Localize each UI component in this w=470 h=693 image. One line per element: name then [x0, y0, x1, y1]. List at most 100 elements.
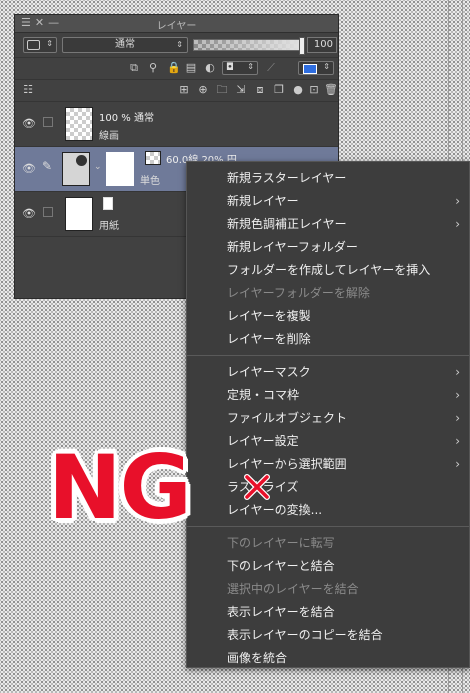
menu-item-label: 新規レイヤーフォルダー — [227, 240, 358, 254]
layer-subtitle: 線画 — [99, 131, 119, 142]
chain-icon: ⌄ — [94, 162, 102, 172]
paper-icon — [103, 197, 113, 210]
layer-checkbox[interactable] — [43, 207, 53, 217]
menu-item[interactable]: フォルダーを作成してレイヤーを挿入 — [187, 259, 469, 282]
chevron-right-icon: › — [455, 457, 460, 471]
layer-name: 100 % 通常 — [99, 113, 154, 124]
menu-item-label: 下のレイヤーに転写 — [227, 536, 335, 550]
chevron-right-icon: › — [455, 365, 460, 379]
menu-item: 下のレイヤーに転写 — [187, 532, 469, 555]
mask-create-icon[interactable]: ● — [292, 84, 304, 96]
updown-arrow-icon: ⇕ — [176, 40, 183, 49]
merge-down-icon[interactable]: ⧈ — [254, 84, 266, 96]
layer-thumbnail — [65, 197, 93, 231]
menu-item-label: フォルダーを作成してレイヤーを挿入 — [227, 263, 431, 277]
mask-icon[interactable]: ◐ — [204, 62, 216, 74]
pencil-icon: ✎ — [42, 159, 53, 173]
layer-thumbnail — [62, 152, 90, 186]
panel-title: レイヤー — [156, 21, 197, 32]
mask-thumbnail — [106, 152, 134, 186]
menu-item-label: レイヤー設定 — [227, 434, 299, 448]
layer-row[interactable]: 👁 100 % 通常 線画 — [15, 102, 338, 147]
chevron-right-icon: › — [455, 434, 460, 448]
menu-item[interactable]: 新規レイヤーフォルダー — [187, 236, 469, 259]
menu-item-label: 画像を統合 — [227, 651, 288, 665]
red-x-mark — [244, 474, 270, 500]
copy-icon[interactable]: ❐ — [273, 84, 285, 96]
menu-item[interactable]: 表示レイヤーのコピーを結合 — [187, 624, 469, 647]
chevron-right-icon: › — [455, 388, 460, 402]
layer-subtitle: 用紙 — [99, 221, 119, 232]
opacity-input[interactable]: 100 — [307, 37, 337, 53]
trash-icon[interactable]: 🗑 — [324, 84, 338, 96]
pattern-thumbnail — [145, 151, 161, 165]
chevron-right-icon: › — [455, 194, 460, 208]
menu-item[interactable]: レイヤーを複製 — [187, 305, 469, 328]
menu-item[interactable]: 新規ラスターレイヤー — [187, 167, 469, 190]
opacity-slider[interactable] — [193, 39, 302, 51]
reference-icon[interactable]: ⚲ — [147, 62, 159, 74]
menu-item[interactable]: ラスタライズ — [187, 476, 469, 499]
menu-item-label: レイヤーを複製 — [227, 309, 311, 323]
layer-menu-icon[interactable]: ☷ — [22, 84, 34, 96]
menu-item-label: ファイルオブジェクト — [227, 411, 348, 425]
menu-item-label: レイヤーマスク — [227, 365, 311, 379]
draft-layer-icon[interactable]: ⟋ — [265, 62, 277, 74]
blend-mode-select[interactable]: 通常 ⇕ — [62, 37, 188, 53]
menu-item[interactable]: レイヤーから選択範囲 › — [187, 453, 469, 476]
layer-checkbox[interactable] — [43, 117, 53, 127]
layer-subtitle: 単色 — [140, 176, 160, 187]
menu-item-label: 新規色調補正レイヤー — [227, 217, 347, 231]
menu-item-label: 表示レイヤーのコピーを結合 — [227, 628, 383, 642]
menu-separator — [187, 355, 469, 356]
menu-item[interactable]: ファイルオブジェクト › — [187, 407, 469, 430]
menu-item[interactable]: 新規色調補正レイヤー › — [187, 213, 469, 236]
menu-item[interactable]: レイヤー設定 › — [187, 430, 469, 453]
new-vector-layer-icon[interactable]: ⊕ — [197, 84, 209, 96]
eye-icon[interactable]: 👁 — [22, 162, 36, 175]
layer-property-row: ⇕ 通常 ⇕ 100 — [15, 33, 338, 58]
layer-color-swatch[interactable]: ⇕ — [298, 61, 334, 75]
menu-item[interactable]: レイヤーを削除 — [187, 328, 469, 351]
menu-item-label: 新規ラスターレイヤー — [227, 171, 347, 185]
menu-separator — [187, 526, 469, 527]
menu-item[interactable]: レイヤーの変換... — [187, 499, 469, 522]
menu-item-label: 選択中のレイヤーを結合 — [227, 582, 359, 596]
menu-item[interactable]: レイヤーマスク › — [187, 361, 469, 384]
layer-thumbnail — [65, 107, 93, 141]
ng-stamp: NG — [48, 436, 192, 539]
menu-item[interactable]: 定規・コマ枠 › — [187, 384, 469, 407]
menu-item-label: 下のレイヤーと結合 — [227, 559, 335, 573]
menu-item: レイヤーフォルダーを解除 — [187, 282, 469, 305]
transfer-down-icon[interactable]: ⇲ — [235, 84, 247, 96]
menu-item-label: レイヤーから選択範囲 — [227, 457, 347, 471]
fill-layer-icon — [76, 155, 87, 166]
blend-mode-value: 通常 — [115, 39, 135, 50]
context-menu: 新規ラスターレイヤー 新規レイヤー › 新規色調補正レイヤー › 新規レイヤーフォルダーフ… — [186, 161, 470, 668]
menu-item-label: レイヤーの変換... — [227, 503, 323, 517]
layer-lock-row: ⧉ ⚲ 🔒 ▤ ◐ ◘ ⇕ ⟋ ⇕ — [15, 58, 338, 80]
lock-transparency-icon[interactable]: ▤ — [185, 62, 197, 74]
menu-item-label: レイヤーフォルダーを解除 — [227, 286, 370, 300]
eye-icon[interactable]: 👁 — [22, 207, 36, 220]
menu-item-label: 新規レイヤー — [227, 194, 299, 208]
menu-item: 選択中のレイヤーを結合 — [187, 578, 469, 601]
new-raster-layer-icon[interactable]: ⊞ — [178, 84, 190, 96]
opacity-slider-handle[interactable] — [299, 37, 305, 55]
clip-icon[interactable]: ⧉ — [128, 62, 140, 74]
layer-color-select[interactable]: ◘ ⇕ — [222, 61, 258, 75]
palette-color-button[interactable]: ⇕ — [23, 37, 57, 53]
eye-icon[interactable]: 👁 — [22, 117, 36, 130]
camera-icon[interactable]: ⊡ — [308, 84, 320, 96]
panel-titlebar: ☰✕— レイヤー — [15, 15, 338, 33]
new-folder-icon[interactable]: 🗀 — [216, 84, 228, 96]
menu-item[interactable]: 画像を統合 — [187, 647, 469, 670]
menu-item-label: 定規・コマ枠 — [227, 388, 300, 402]
lock-icon[interactable]: 🔒 — [167, 62, 181, 74]
menu-item[interactable]: 新規レイヤー › — [187, 190, 469, 213]
chevron-right-icon: › — [455, 217, 460, 231]
menu-item[interactable]: 表示レイヤーを結合 — [187, 601, 469, 624]
menu-item[interactable]: 下のレイヤーと結合 — [187, 555, 469, 578]
square-icon — [27, 40, 40, 50]
menu-item-label: 表示レイヤーを結合 — [227, 605, 335, 619]
